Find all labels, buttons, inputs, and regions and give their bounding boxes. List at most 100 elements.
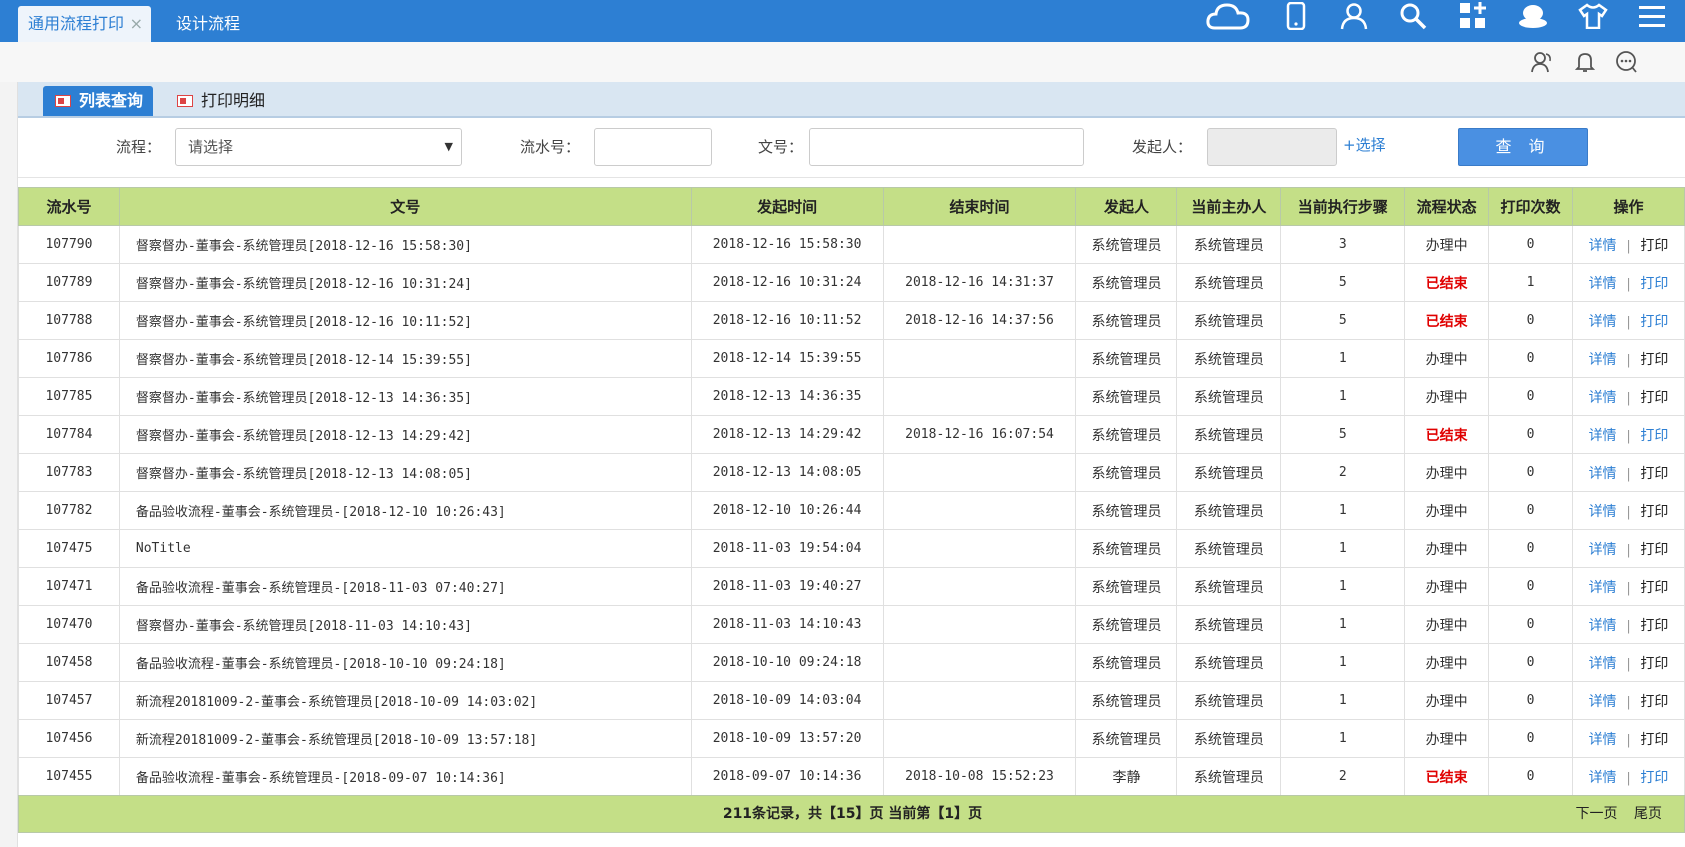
- close-icon[interactable]: ×: [130, 6, 143, 42]
- detail-link[interactable]: 详情: [1589, 276, 1617, 292]
- print-link[interactable]: 打印: [1640, 542, 1668, 558]
- status-cell-text: 办理中: [1425, 389, 1468, 406]
- table-row: 107455 备品验收流程-董事会-系统管理员-[2018-09-07 10:14…: [18, 757, 1685, 796]
- serial-cell-text: 107457: [45, 693, 93, 708]
- print-link[interactable]: 打印: [1640, 504, 1668, 520]
- next-page-link[interactable]: 下一页: [1576, 806, 1618, 822]
- initiator-cell: 系统管理员: [1075, 453, 1178, 492]
- detail-link[interactable]: 详情: [1589, 466, 1617, 482]
- col-header: 打印次数: [1488, 187, 1573, 226]
- print-link[interactable]: 打印: [1640, 314, 1668, 330]
- chat-icon[interactable]: [1613, 50, 1639, 74]
- tab-design-flow[interactable]: 设计流程: [166, 6, 250, 42]
- detail-link[interactable]: 详情: [1589, 390, 1617, 406]
- tab-label: 设计流程: [176, 14, 241, 33]
- tab-print-detail[interactable]: 打印明细: [165, 86, 275, 116]
- tab-list-query[interactable]: 列表查询: [43, 86, 153, 116]
- detail-link[interactable]: 详情: [1589, 694, 1617, 710]
- print-count-cell: 0: [1488, 491, 1573, 530]
- print-link[interactable]: 打印: [1640, 352, 1668, 368]
- step-cell-text: 5: [1338, 313, 1347, 328]
- step-cell-text: 1: [1338, 655, 1347, 670]
- start-time-cell-text: 2018-12-13 14:29:42: [712, 427, 862, 442]
- serial-cell: 107455: [18, 757, 120, 796]
- status-cell: 办理中: [1404, 225, 1490, 264]
- print-link[interactable]: 打印: [1640, 732, 1668, 748]
- shirt-icon[interactable]: [1573, 0, 1613, 32]
- docno-cell: 督察督办-董事会-系统管理员[2018-11-03 14:10:43]: [118, 605, 692, 644]
- detail-link[interactable]: 详情: [1589, 656, 1617, 672]
- serial-cell: 107788: [18, 301, 120, 340]
- step-cell-text: 5: [1338, 427, 1347, 442]
- initiator-cell-text: 系统管理员: [1091, 389, 1162, 406]
- docno-cell: 督察督办-董事会-系统管理员[2018-12-13 14:29:42]: [118, 415, 692, 454]
- docno-input[interactable]: [809, 128, 1084, 166]
- serial-cell-text: 107458: [45, 655, 93, 670]
- print-link[interactable]: 打印: [1640, 656, 1668, 672]
- hat-icon[interactable]: [1513, 0, 1553, 32]
- docno-cell: 督察督办-董事会-系统管理员[2018-12-13 14:36:35]: [118, 377, 692, 416]
- detail-link[interactable]: 详情: [1589, 770, 1617, 786]
- detail-link[interactable]: 详情: [1589, 428, 1617, 444]
- serial-input[interactable]: [594, 128, 712, 166]
- query-button[interactable]: 查 询: [1458, 128, 1588, 166]
- menu-icon[interactable]: [1632, 0, 1672, 32]
- initiator-cell-text: 系统管理员: [1091, 731, 1162, 748]
- detail-link[interactable]: 详情: [1589, 618, 1617, 634]
- docno-cell-text: 备品验收流程-董事会-系统管理员-[2018-12-10 10:26:43]: [135, 505, 506, 520]
- step-cell-text: 5: [1338, 275, 1347, 290]
- tab-label: 通用流程打印: [28, 14, 125, 33]
- search-icon[interactable]: [1393, 0, 1433, 32]
- table-row: 107471 备品验收流程-董事会-系统管理员-[2018-11-03 07:40…: [18, 567, 1685, 606]
- start-time-cell: 2018-12-16 10:31:24: [690, 263, 884, 302]
- detail-link[interactable]: 详情: [1589, 580, 1617, 596]
- handler-cell: 系统管理员: [1176, 567, 1282, 606]
- col-header: 发起人: [1075, 187, 1178, 226]
- docno-label: 文号：: [758, 138, 804, 156]
- print-link[interactable]: 打印: [1640, 580, 1668, 596]
- last-page-link[interactable]: 尾页: [1634, 806, 1662, 822]
- section-tabs: 列表查询 打印明细: [18, 82, 1685, 118]
- handler-cell-text: 系统管理员: [1193, 237, 1264, 254]
- detail-link[interactable]: 详情: [1589, 542, 1617, 558]
- cloud-icon[interactable]: [1203, 0, 1253, 32]
- print-link[interactable]: 打印: [1640, 390, 1668, 406]
- detail-link[interactable]: 详情: [1589, 314, 1617, 330]
- flow-select[interactable]: 请选择 ▼: [175, 128, 462, 166]
- contacts-icon[interactable]: [1530, 50, 1556, 74]
- select-initiator-link[interactable]: +选择: [1343, 134, 1386, 155]
- actions-cell: 详情 | 打印: [1571, 263, 1685, 302]
- handler-cell-text: 系统管理员: [1193, 427, 1264, 444]
- detail-link[interactable]: 详情: [1589, 238, 1617, 254]
- bell-icon[interactable]: [1572, 50, 1598, 74]
- detail-link[interactable]: 详情: [1589, 352, 1617, 368]
- print-count-cell: 0: [1488, 415, 1573, 454]
- user-icon[interactable]: [1334, 0, 1374, 32]
- tab-general-flow-print[interactable]: 通用流程打印 ×: [18, 6, 151, 42]
- apps-icon[interactable]: [1453, 0, 1493, 32]
- detail-link[interactable]: 详情: [1589, 732, 1617, 748]
- phone-icon[interactable]: [1276, 0, 1316, 32]
- start-time-cell-text: 2018-09-07 10:14:36: [712, 769, 862, 784]
- serial-cell: 107471: [18, 567, 120, 606]
- serial-cell-text: 107455: [45, 769, 93, 784]
- print-count-cell-text: 0: [1526, 351, 1535, 366]
- col-header: 操作: [1571, 187, 1685, 226]
- print-link[interactable]: 打印: [1640, 276, 1668, 292]
- initiator-input[interactable]: [1207, 128, 1337, 166]
- initiator-cell: 系统管理员: [1075, 415, 1178, 454]
- print-link[interactable]: 打印: [1640, 770, 1668, 786]
- print-link[interactable]: 打印: [1640, 238, 1668, 254]
- results-table: 流水号 文号 发起时间 结束时间 发起人 当前主办人 当前执行步骤 流程状态 打…: [18, 187, 1685, 796]
- initiator-cell-text: 系统管理员: [1091, 465, 1162, 482]
- print-link[interactable]: 打印: [1640, 428, 1668, 444]
- serial-cell: 107458: [18, 643, 120, 682]
- print-link[interactable]: 打印: [1640, 466, 1668, 482]
- end-time-cell: [882, 643, 1077, 682]
- detail-link[interactable]: 详情: [1589, 504, 1617, 520]
- end-time-cell-text: 2018-12-16 14:37:56: [905, 313, 1054, 328]
- print-link[interactable]: 打印: [1640, 618, 1668, 634]
- handler-cell-text: 系统管理员: [1193, 389, 1264, 406]
- end-time-cell: [882, 491, 1077, 530]
- print-link[interactable]: 打印: [1640, 694, 1668, 710]
